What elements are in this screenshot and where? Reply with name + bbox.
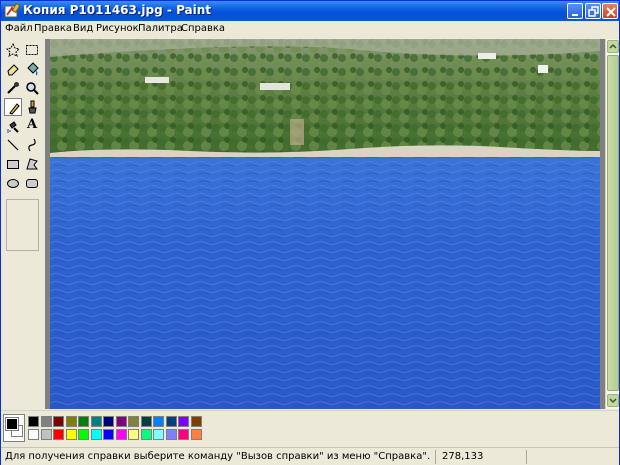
paint-window: Копия P1011463.jpg - Paint Файл Правка В… — [0, 0, 620, 465]
color-swatch[interactable] — [103, 429, 114, 440]
color-swatch[interactable] — [28, 429, 39, 440]
rect-select-icon — [26, 45, 38, 55]
menu-edit[interactable]: Правка — [34, 23, 72, 34]
menu-image[interactable]: Рисунок — [96, 23, 139, 34]
bucket-icon — [27, 62, 39, 76]
canvas-area[interactable] — [45, 39, 605, 409]
color-swatch[interactable] — [78, 429, 89, 440]
close-icon — [606, 7, 616, 17]
pencil-tool[interactable] — [4, 98, 22, 116]
free-select-tool[interactable] — [4, 41, 22, 59]
menu-view[interactable]: Вид — [73, 23, 93, 34]
color-swatch[interactable] — [115, 416, 127, 427]
close-button[interactable] — [602, 3, 618, 19]
magnifier-tool[interactable] — [23, 79, 41, 97]
color-swatch[interactable] — [40, 416, 52, 427]
color-swatch[interactable] — [90, 429, 102, 440]
airbrush-icon — [7, 121, 19, 133]
curve-icon — [28, 138, 36, 152]
scroll-thumb[interactable] — [607, 55, 619, 391]
cursor-coords: 278,133 — [442, 451, 484, 462]
color-swatch[interactable] — [178, 416, 189, 427]
color-swatch[interactable] — [140, 416, 152, 427]
chevron-up-icon — [609, 43, 617, 49]
rectangle-icon — [7, 160, 19, 169]
fill-tool[interactable] — [23, 60, 41, 78]
status-divider — [526, 450, 527, 464]
seascape-image — [50, 39, 600, 409]
menu-file[interactable]: Файл — [5, 23, 33, 34]
eraser-tool[interactable] — [4, 60, 22, 78]
photo-canvas[interactable] — [50, 39, 600, 409]
tool-options-box[interactable] — [6, 199, 39, 251]
foreground-color-swatch[interactable] — [5, 417, 19, 431]
menu-bar: Файл Правка Вид Рисунок Палитра Справка — [1, 21, 619, 38]
minimize-icon — [572, 14, 578, 16]
color-swatch[interactable] — [65, 429, 77, 440]
color-swatch[interactable] — [190, 416, 202, 427]
color-swatch[interactable] — [165, 416, 177, 427]
eraser-icon — [7, 64, 19, 76]
airbrush-tool[interactable] — [4, 117, 22, 135]
status-help-text: Для получения справки выберите команду "… — [5, 451, 431, 462]
text-icon: A — [27, 117, 38, 132]
curve-tool[interactable] — [23, 136, 41, 154]
color-palette — [1, 410, 619, 446]
star-select-icon — [6, 43, 20, 57]
color-swatch[interactable] — [53, 429, 64, 440]
menu-colors[interactable]: Палитра — [138, 23, 183, 34]
color-swatch[interactable] — [190, 429, 202, 440]
menu-help[interactable]: Справка — [181, 23, 225, 34]
window-title: Копия P1011463.jpg - Paint — [23, 3, 212, 17]
paint-app-icon[interactable] — [4, 2, 21, 19]
color-swatch[interactable] — [153, 429, 164, 440]
color-swatch[interactable] — [153, 416, 164, 427]
color-swatch[interactable] — [128, 429, 139, 440]
polygon-icon — [26, 158, 38, 170]
scroll-up-button[interactable] — [607, 40, 619, 53]
scroll-down-button[interactable] — [607, 394, 619, 407]
rounded-rect-tool[interactable] — [23, 174, 41, 192]
magnifier-icon — [26, 82, 39, 95]
minimize-button[interactable] — [567, 3, 583, 19]
color-swatch[interactable] — [90, 416, 102, 427]
restore-button[interactable] — [585, 3, 601, 19]
line-icon — [7, 139, 19, 151]
status-bar: Для получения справки выберите команду "… — [1, 447, 619, 465]
pencil-icon — [9, 103, 20, 115]
color-swatch[interactable] — [140, 429, 152, 440]
color-swatch[interactable] — [165, 429, 177, 440]
color-swatch[interactable] — [128, 416, 139, 427]
pick-color-tool[interactable] — [4, 79, 22, 97]
rounded-rect-icon — [26, 179, 38, 188]
rect-select-tool[interactable] — [23, 41, 41, 59]
brush-tool[interactable] — [23, 98, 41, 116]
tool-box: A — [1, 39, 45, 409]
color-swatch[interactable] — [28, 416, 39, 427]
status-divider — [435, 450, 436, 464]
color-swatch[interactable] — [53, 416, 64, 427]
line-tool[interactable] — [4, 136, 22, 154]
color-swatch[interactable] — [40, 429, 52, 440]
brush-icon — [28, 100, 37, 114]
color-swatch[interactable] — [115, 429, 127, 440]
title-bar[interactable]: Копия P1011463.jpg - Paint — [1, 1, 619, 21]
maximize-icon — [588, 6, 599, 17]
ellipse-tool[interactable] — [4, 174, 22, 192]
color-swatch[interactable] — [178, 429, 189, 440]
rectangle-tool[interactable] — [4, 155, 22, 173]
ellipse-icon — [7, 179, 19, 188]
eyedropper-icon — [7, 82, 19, 94]
current-colors[interactable] — [3, 414, 25, 442]
vertical-scrollbar[interactable] — [605, 39, 619, 409]
color-swatch[interactable] — [78, 416, 89, 427]
chevron-down-icon — [609, 398, 617, 404]
polygon-tool[interactable] — [23, 155, 41, 173]
color-swatch[interactable] — [103, 416, 114, 427]
color-swatch[interactable] — [65, 416, 77, 427]
text-tool[interactable]: A — [23, 117, 41, 135]
